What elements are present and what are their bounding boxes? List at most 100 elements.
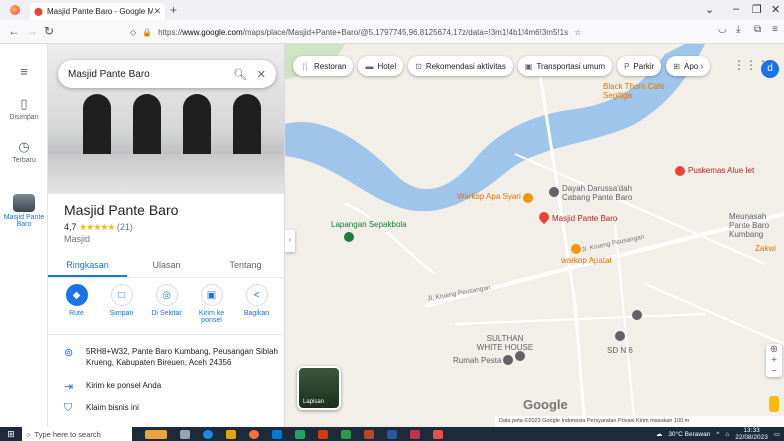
minimize-icon[interactable]: –	[733, 3, 739, 15]
bookmark-star-icon[interactable]: ☆	[574, 28, 581, 37]
app-icon[interactable]	[341, 429, 351, 439]
map-label-lapangan[interactable]: Lapangan Sepakbola	[331, 220, 407, 229]
notification-icon[interactable]: ▭	[774, 430, 780, 438]
cafe-icon[interactable]	[571, 244, 581, 254]
review-count[interactable]: (21)	[117, 222, 133, 232]
save-button[interactable]: □ Simpan	[102, 284, 142, 324]
news-widget-icon[interactable]	[145, 429, 167, 439]
zoom-out-button[interactable]: −	[766, 366, 782, 377]
app-icon[interactable]	[410, 429, 420, 439]
school-icon[interactable]	[549, 187, 559, 197]
tab-list-icon[interactable]: ⌄	[705, 3, 714, 16]
location-icon[interactable]: ⊕	[766, 344, 782, 355]
tab-overview[interactable]: Ringkasan	[48, 254, 127, 277]
zoom-in-button[interactable]: +	[766, 355, 782, 366]
maximize-icon[interactable]: ❐	[752, 3, 762, 16]
map-label-dayah[interactable]: Dayah Darussa'dah Cabang Pante Baro	[562, 184, 642, 202]
map-label-warkop-apatat[interactable]: warkop Apatat	[561, 256, 612, 265]
file-explorer-icon[interactable]	[226, 429, 236, 439]
park-icon[interactable]	[344, 232, 354, 242]
app-icon[interactable]	[364, 429, 374, 439]
edge-icon[interactable]	[203, 429, 213, 439]
system-tray: ☁ 30°C Berawan ^ ⌂ 13:33 22/08/2023 ▭	[656, 427, 784, 441]
extensions-icon[interactable]: ⧉	[754, 24, 761, 35]
place-icon[interactable]	[632, 310, 642, 320]
browser-tab[interactable]: ⬤ Masjid Pante Baro - Google Maps ✕	[30, 3, 165, 20]
forward-icon[interactable]: →	[26, 24, 38, 38]
weather-text[interactable]: 30°C Berawan	[668, 431, 710, 438]
weather-icon[interactable]: ☁	[656, 430, 663, 438]
reload-icon[interactable]: ↻	[44, 24, 54, 38]
address-row[interactable]: ⊚ 5RH8+W32, Pante Baro Kumbang, Peusanga…	[64, 346, 279, 368]
downloads-icon[interactable]: ⤓	[736, 24, 740, 35]
map-label-rumah-pesta[interactable]: Rumah Pesta	[453, 356, 501, 365]
close-window-icon[interactable]: ✕	[771, 3, 780, 16]
back-icon[interactable]: ←	[8, 24, 20, 38]
recent-place-item[interactable]: Masjid Pante Baro	[0, 194, 48, 228]
windows-start-icon[interactable]: ⊞	[0, 429, 22, 440]
map-label-sdn[interactable]: SD N 6	[607, 346, 633, 355]
task-view-icon[interactable]	[180, 429, 190, 439]
place-category[interactable]: Masjid	[64, 234, 90, 244]
cafe-icon[interactable]	[523, 193, 533, 203]
close-icon[interactable]: ✕	[257, 68, 266, 81]
map-label-warkop-syari[interactable]: Warkop Apa Syari	[457, 192, 521, 201]
tab-about[interactable]: Tentang	[206, 254, 284, 277]
chip-label: Rekomendasi aktivitas	[425, 61, 506, 71]
hospital-icon[interactable]	[675, 166, 685, 176]
map-label-meunasah[interactable]: Meunasah Pante Baro Kumbang	[729, 212, 784, 239]
map-label-puskemas[interactable]: Puskemas Alue Iet	[688, 166, 754, 175]
saved-button[interactable]: ▯ Disimpan	[0, 96, 48, 121]
search-box[interactable]: Masjid Pante Baro 🔍︎ ✕	[58, 60, 276, 88]
app-icon[interactable]	[433, 429, 443, 439]
store-icon[interactable]	[272, 429, 282, 439]
taskbar-search[interactable]: ○ Type here to search	[22, 427, 132, 441]
powerpoint-icon[interactable]	[318, 429, 328, 439]
word-icon[interactable]	[387, 429, 397, 439]
zoom-controls: ⊕ + −	[766, 344, 782, 377]
menu-button[interactable]: ≡	[0, 64, 48, 81]
map-canvas[interactable]: ‹ 🍴 Restoran ▬ Hotel ⊡ Rekomendasi aktivita…	[285, 44, 784, 427]
new-tab-icon[interactable]: +	[170, 3, 177, 17]
map-label-black-thorn[interactable]: Black Thorn Cafe Segitiga	[603, 82, 673, 100]
school-icon[interactable]	[615, 331, 625, 341]
chip-restaurants[interactable]: 🍴 Restoran	[293, 56, 354, 76]
avatar[interactable]: d	[761, 60, 779, 78]
pegman-icon[interactable]	[769, 396, 779, 412]
chip-hotels[interactable]: ▬ Hotel	[358, 56, 404, 76]
send-to-phone-row[interactable]: ⇥ Kirim ke ponsel Anda	[64, 380, 279, 393]
excel-icon[interactable]	[295, 429, 305, 439]
firefox-taskbar-icon[interactable]	[249, 429, 259, 439]
chip-parking[interactable]: P Parkir	[617, 56, 662, 76]
send-to-phone-button[interactable]: ▣ Kirim ke ponsel	[192, 284, 232, 324]
map-attribution[interactable]: Data peta ©2023 Google Indonesia Persyar…	[495, 416, 784, 427]
chip-label: Parkir	[633, 61, 655, 71]
claim-business-row[interactable]: ⛉ Klaim bisnis ini	[64, 402, 279, 415]
nearby-button[interactable]: ◎ Di Sekitar	[147, 284, 187, 324]
share-button[interactable]: < Bagikan	[237, 284, 277, 324]
event-venue-icon[interactable]	[503, 355, 513, 365]
map-label-sulthan[interactable]: SULTHAN WHITE HOUSE	[475, 334, 535, 352]
search-input[interactable]: Masjid Pante Baro	[68, 69, 223, 80]
pocket-icon[interactable]: ◡	[718, 24, 727, 35]
address-bar[interactable]: ◇ 🔒 https://www.google.com/maps/place/Ma…	[130, 23, 630, 41]
pharmacy-icon: ⊞	[673, 61, 680, 71]
chip-transit[interactable]: ▣ Transportasi umum	[517, 56, 613, 76]
collapse-panel-button[interactable]: ‹	[285, 230, 295, 252]
map-label-masjid[interactable]: Masjid Pante Baro	[552, 214, 617, 223]
chip-things-to-do[interactable]: ⊡ Rekomendasi aktivitas	[408, 56, 513, 76]
clock[interactable]: 13:33 22/08/2023	[735, 427, 768, 441]
tray-chevron-icon[interactable]: ^	[716, 431, 719, 438]
menu-icon[interactable]: ≡	[772, 24, 778, 35]
place-icon[interactable]	[515, 351, 525, 361]
recent-button[interactable]: ◷ Terbaru	[0, 139, 48, 164]
map-label-zakwi[interactable]: Zakwi	[755, 244, 776, 253]
tab-close-icon[interactable]: ✕	[153, 6, 161, 17]
layers-button[interactable]: Lapisan	[297, 366, 341, 410]
clock-time: 13:33	[743, 427, 760, 434]
tab-reviews[interactable]: Ulasan	[127, 254, 206, 277]
network-icon[interactable]: ⌂	[725, 431, 729, 438]
search-icon[interactable]: 🔍︎	[233, 68, 247, 81]
chip-pharmacy[interactable]: ⊞ Apo ›	[666, 56, 711, 76]
directions-button[interactable]: ◆ Rute	[57, 284, 97, 324]
